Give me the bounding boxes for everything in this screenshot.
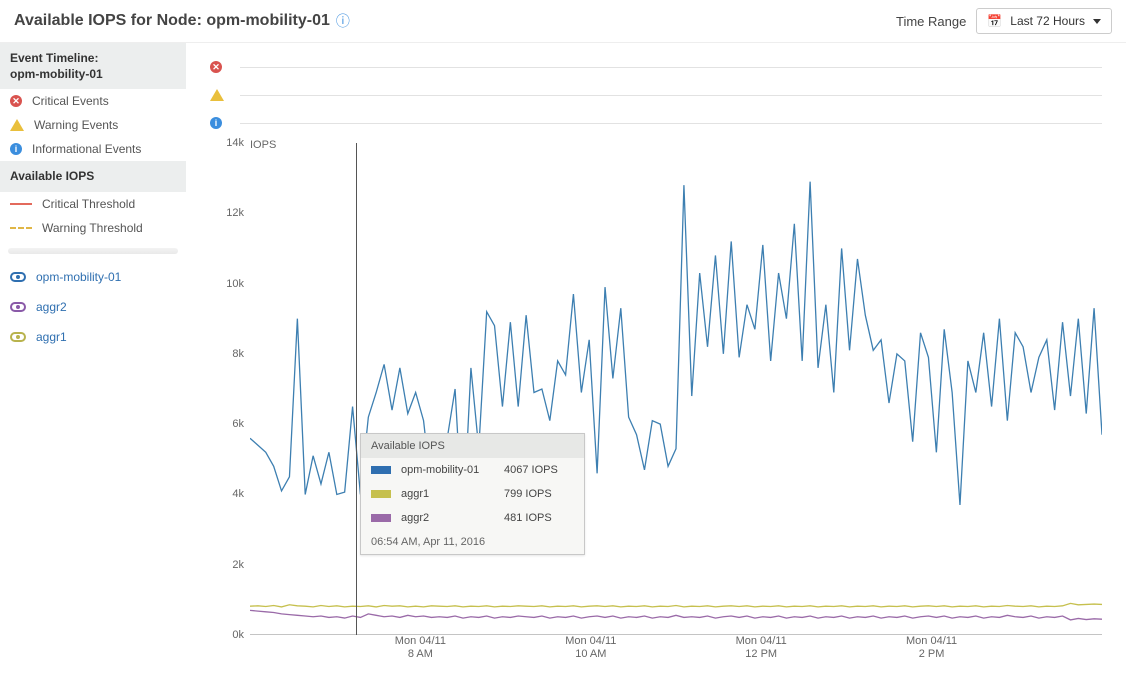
y-tick: 8k (232, 348, 244, 360)
eye-icon (10, 302, 26, 312)
object-row-node[interactable]: opm-mobility-01 (0, 262, 186, 292)
tooltip-header: Available IOPS (361, 434, 584, 458)
tooltip-row: opm-mobility-01 4067 IOPS (361, 458, 584, 482)
tooltip-swatch (371, 490, 391, 498)
tooltip-row: aggr1 799 IOPS (361, 482, 584, 506)
y-tick: 12k (226, 207, 244, 219)
page-title: Available IOPS for Node: opm-mobility-01 (14, 12, 330, 30)
object-link[interactable]: aggr1 (36, 330, 67, 344)
legend-warning-label: Warning Events (34, 118, 118, 132)
tooltip-name: opm-mobility-01 (401, 464, 494, 476)
y-tick: 10k (226, 278, 244, 290)
tooltip-swatch (371, 514, 391, 522)
info-icon: i (10, 143, 22, 155)
legend-critical: ✕ Critical Events (0, 89, 186, 113)
critical-lane-icon: ✕ (210, 61, 222, 73)
critical-threshold-label: Critical Threshold (42, 197, 135, 211)
x-tick: Mon 04/112 PM (906, 635, 957, 660)
eye-icon (10, 272, 26, 282)
y-tick: 4k (232, 488, 244, 500)
page-title-node: opm-mobility-01 (206, 12, 330, 29)
eye-icon (10, 332, 26, 342)
help-icon[interactable]: ⓘ (336, 11, 350, 31)
object-row-aggr2[interactable]: aggr2 (0, 292, 186, 322)
event-timeline-label: Event Timeline: (10, 50, 176, 66)
time-range-label: Time Range (896, 14, 966, 29)
warning-threshold-label: Warning Threshold (42, 221, 143, 235)
warning-lane-icon (210, 89, 224, 101)
critical-icon: ✕ (10, 95, 22, 107)
tooltip-value: 799 IOPS (504, 488, 574, 500)
event-timeline-node: opm-mobility-01 (10, 66, 176, 82)
warning-icon (10, 119, 24, 131)
legend-critical-label: Critical Events (32, 94, 109, 108)
warning-threshold-swatch (10, 227, 32, 229)
legend-info-label: Informational Events (32, 142, 141, 156)
time-range-value: Last 72 Hours (1010, 14, 1085, 28)
event-timeline-header: Event Timeline: opm-mobility-01 (0, 43, 186, 89)
y-tick: 6k (232, 418, 244, 430)
y-tick: 0k (232, 629, 244, 641)
tooltip-name: aggr2 (401, 512, 494, 524)
chart-tooltip: Available IOPS opm-mobility-01 4067 IOPS… (360, 433, 585, 555)
tooltip-time: 06:54 AM, Apr 11, 2016 (361, 530, 584, 554)
object-link[interactable]: opm-mobility-01 (36, 270, 121, 284)
object-row-aggr1[interactable]: aggr1 (0, 322, 186, 352)
x-tick: Mon 04/1112 PM (736, 635, 787, 660)
tooltip-value: 481 IOPS (504, 512, 574, 524)
chart[interactable]: 0k2k4k6k8k10k12k14k IOPS Mon 04/118 AMMo… (210, 143, 1102, 657)
sidebar-separator (8, 248, 178, 254)
legend-info: i Informational Events (0, 137, 186, 161)
info-lane-icon: i (210, 117, 222, 129)
tooltip-swatch (371, 466, 391, 474)
x-tick: Mon 04/1110 AM (565, 635, 616, 660)
page-title-prefix: Available IOPS for Node: (14, 12, 206, 29)
time-range-button[interactable]: 📅 Last 72 Hours (976, 8, 1112, 34)
tooltip-value: 4067 IOPS (504, 464, 574, 476)
warning-threshold-legend: Warning Threshold (0, 216, 186, 240)
tooltip-row: aggr2 481 IOPS (361, 506, 584, 530)
legend-warning: Warning Events (0, 113, 186, 137)
y-tick: 14k (226, 137, 244, 149)
tooltip-name: aggr1 (401, 488, 494, 500)
chevron-down-icon (1093, 19, 1101, 24)
y-tick: 2k (232, 559, 244, 571)
critical-threshold-swatch (10, 203, 32, 205)
calendar-icon: 📅 (987, 14, 1002, 28)
x-tick: Mon 04/118 AM (395, 635, 446, 660)
object-link[interactable]: aggr2 (36, 300, 67, 314)
available-iops-header: Available IOPS (0, 161, 186, 191)
critical-threshold-legend: Critical Threshold (0, 192, 186, 216)
